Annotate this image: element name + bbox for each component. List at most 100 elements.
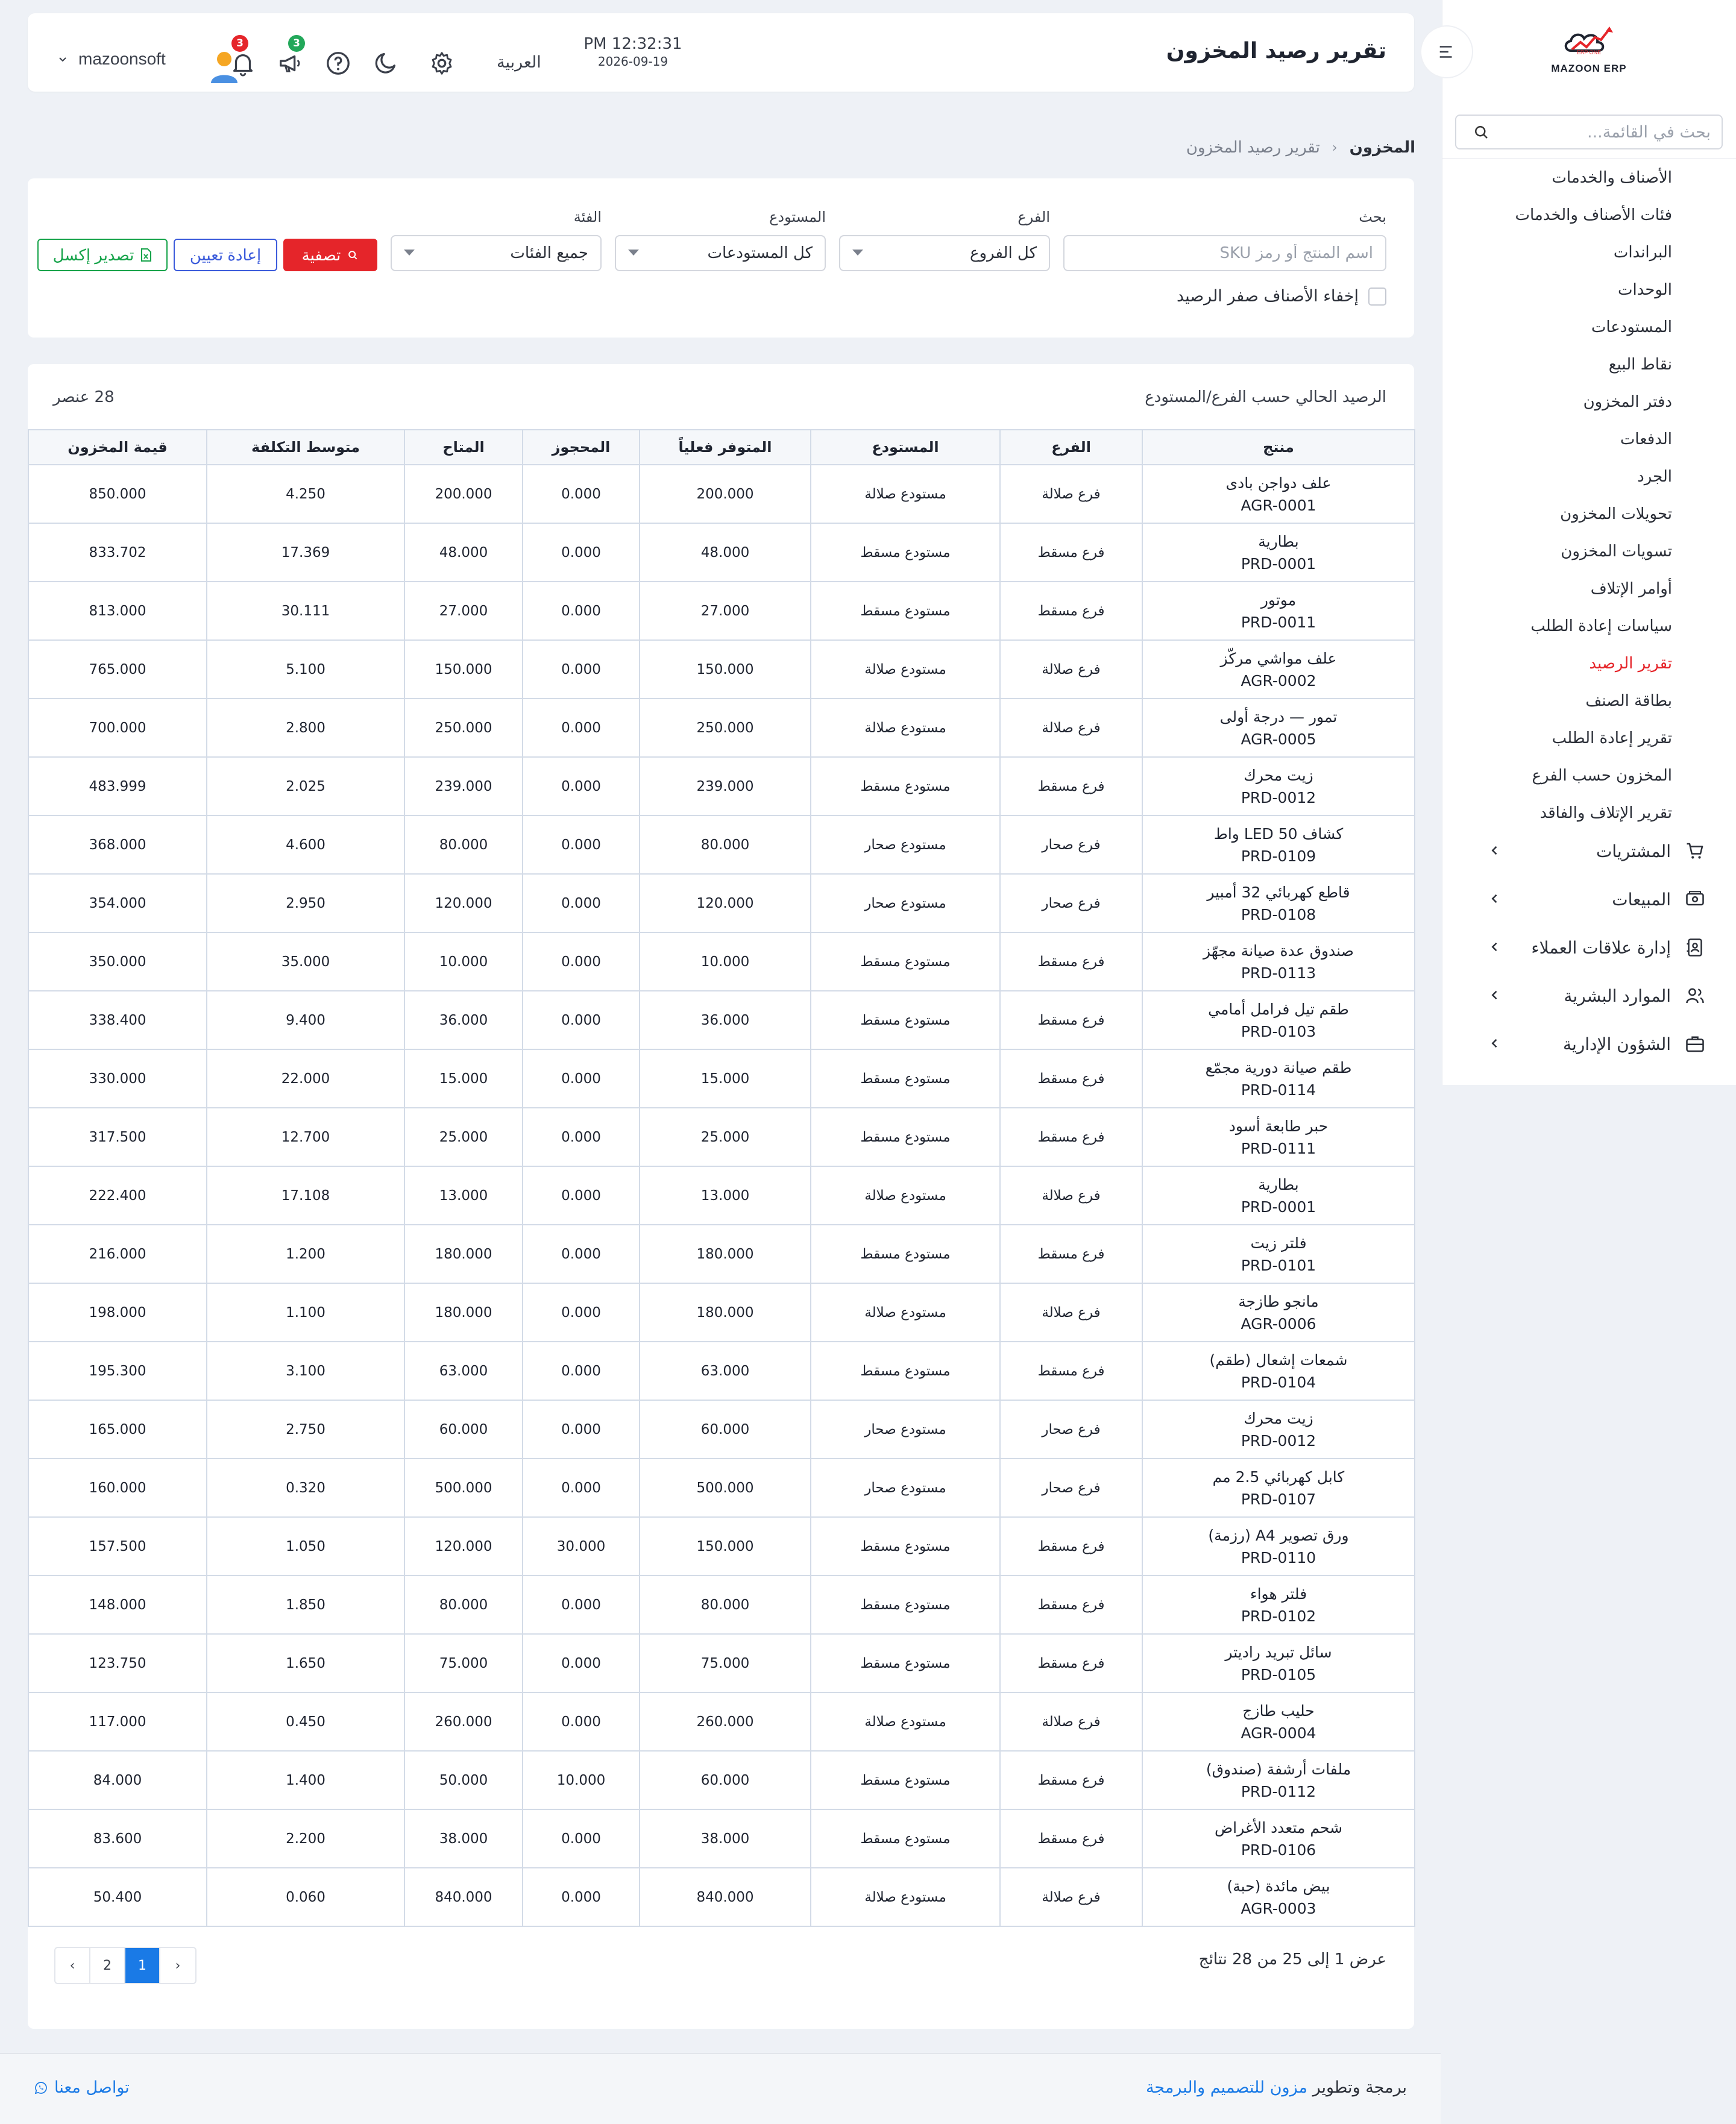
table-row[interactable]: فلتر زيت PRD-0101 فرع مسقط مستودع مسقط 180.0… xyxy=(28,1224,1415,1284)
table-row[interactable]: علف دواجن بادى AGR-0001 فرع صلالة مستودع صل… xyxy=(28,464,1415,524)
cell-value: 117.000 xyxy=(28,1692,207,1752)
table-row[interactable]: كابل كهربائي 2.5 مم PRD-0107 فرع صحار مستود… xyxy=(28,1458,1415,1518)
product-name: زيت محرك xyxy=(1244,1409,1313,1427)
category-select[interactable]: جميع الفئات xyxy=(391,235,602,271)
filter-button[interactable]: تصفية xyxy=(283,239,377,271)
column-header[interactable]: منتج xyxy=(1142,429,1415,465)
table-row[interactable]: بيض مائدة (حبة) AGR-0003 فرع صلالة مستودع ص… xyxy=(28,1867,1415,1927)
sidebar-subitem[interactable]: الجرد xyxy=(1442,458,1736,495)
column-header[interactable]: المتاح xyxy=(404,429,523,465)
sidebar-subitem[interactable]: المخزون حسب الفرع xyxy=(1442,757,1736,794)
warehouse-select[interactable]: كل المستودعات xyxy=(615,235,826,271)
sidebar-item[interactable]: الشؤون الإدارية xyxy=(1442,1020,1736,1068)
table-row[interactable]: مانجو طازجة AGR-0006 فرع صلالة مستودع صلالة… xyxy=(28,1283,1415,1342)
product-sku: PRD-0108 xyxy=(1241,905,1316,923)
table-row[interactable]: ورق تصوير A4 (رزمة) PRD-0110 فرع مسقط مستود… xyxy=(28,1516,1415,1576)
search-input[interactable] xyxy=(1077,244,1373,262)
sidebar-subitem[interactable]: دفتر المخزون xyxy=(1442,383,1736,421)
column-header[interactable]: الفرع xyxy=(999,429,1143,465)
footer-company-link[interactable]: مزون للتصميم والبرمجة xyxy=(1146,2078,1307,2097)
contact-us-link[interactable]: تواصل معنا xyxy=(34,2078,130,2097)
sidebar-subitem[interactable]: الأصناف والخدمات xyxy=(1442,159,1736,196)
sidebar-subitem[interactable]: تقرير الإتلاف والفاقد xyxy=(1442,794,1736,832)
sidebar-subitem[interactable]: الدفعات xyxy=(1442,421,1736,458)
table-row[interactable]: قاطع كهربائي 32 أمبير PRD-0108 فرع صحار مست… xyxy=(28,873,1415,933)
dark-mode-moon-icon[interactable] xyxy=(373,49,400,77)
help-icon[interactable] xyxy=(324,49,352,77)
product-sku: PRD-0011 xyxy=(1241,613,1316,631)
sidebar-subitem[interactable]: فئات الأصناف والخدمات xyxy=(1442,196,1736,234)
user-menu[interactable]: mazoonsoft xyxy=(55,49,166,69)
sidebar-subitem[interactable]: سياسات إعادة الطلب xyxy=(1442,608,1736,645)
search-icon[interactable] xyxy=(1472,123,1490,141)
sidebar-subitem[interactable]: تقرير إعادة الطلب xyxy=(1442,720,1736,757)
cell-available: 180.000 xyxy=(404,1224,523,1284)
table-row[interactable]: زيت محرك PRD-0012 فرع مسقط مستودع مسقط 239.0… xyxy=(28,756,1415,816)
sidebar-subitem[interactable]: البراندات xyxy=(1442,234,1736,271)
table-row[interactable]: زيت محرك PRD-0012 فرع صحار مستودع صحار 60.00… xyxy=(28,1400,1415,1459)
sidebar-subitem[interactable]: أوامر الإتلاف xyxy=(1442,570,1736,608)
table-row[interactable]: موتور PRD-0011 فرع مسقط مستودع مسقط 27.000 0.… xyxy=(28,581,1415,641)
sidebar-subitem[interactable]: تقرير الرصيد xyxy=(1442,645,1736,682)
reset-button[interactable]: إعادة تعيين xyxy=(174,239,277,271)
table-row[interactable]: فلتر هواء PRD-0102 فرع مسقط مستودع مسقط 80.0… xyxy=(28,1575,1415,1635)
announcements-megaphone-icon[interactable] xyxy=(276,49,304,77)
sidebar-subitem[interactable]: المستودعات xyxy=(1442,309,1736,346)
pagination-prev-button[interactable]: ‹ xyxy=(55,1948,90,1983)
briefcase-icon xyxy=(1686,1036,1704,1052)
checkbox-box[interactable] xyxy=(1368,287,1386,306)
table-row[interactable]: شمعات إشعال (طقم) PRD-0104 فرع مسقط مستودع … xyxy=(28,1341,1415,1401)
menu-toggle-button[interactable] xyxy=(1420,25,1473,78)
pagination-page-2[interactable]: 2 xyxy=(90,1948,125,1983)
sidebar-subitem[interactable]: تحويلات المخزون xyxy=(1442,495,1736,533)
sidebar-item[interactable]: إدارة علاقات العملاء xyxy=(1442,923,1736,972)
table-row[interactable]: تمور — درجة أولى AGR-0005 فرع صلالة مستودع … xyxy=(28,698,1415,758)
pagination-next-button[interactable]: › xyxy=(160,1948,195,1983)
table-row[interactable]: سائل تبريد راديتر PRD-0105 فرع مسقط مستودع … xyxy=(28,1633,1415,1693)
breadcrumb-parent[interactable]: المخزون xyxy=(1350,139,1415,157)
product-cell: علف مواشي مركّز AGR-0002 xyxy=(1142,639,1415,699)
sidebar-subitem[interactable]: نقاط البيع xyxy=(1442,346,1736,383)
cell-reserved: 0.000 xyxy=(522,1049,640,1108)
table-row[interactable]: حليب طازج AGR-0004 فرع صلالة مستودع صلالة 26… xyxy=(28,1692,1415,1752)
export-excel-button[interactable]: تصدير إكسل xyxy=(37,239,168,271)
cell-warehouse: مستودع صحار xyxy=(810,1458,1001,1518)
product-sku: AGR-0006 xyxy=(1241,1315,1316,1333)
sidebar-item[interactable]: الموارد البشرية xyxy=(1442,972,1736,1020)
table-row[interactable]: صندوق عدة صيانة مجهّز PRD-0113 فرع مسقط مست… xyxy=(28,932,1415,991)
avatar[interactable] xyxy=(207,48,241,84)
cell-value: 50.400 xyxy=(28,1867,207,1927)
sidebar-subitem[interactable]: الوحدات xyxy=(1442,271,1736,309)
table-row[interactable]: حبر طابعة أسود PRD-0111 فرع مسقط مستودع مسق… xyxy=(28,1107,1415,1167)
brand-logo[interactable]: ERP ONE MAZOON ERP xyxy=(1547,24,1631,84)
sidebar-subitem[interactable]: بطاقة الصنف xyxy=(1442,682,1736,720)
product-sku: PRD-0001 xyxy=(1241,555,1316,573)
language-switch[interactable]: العربية xyxy=(497,53,541,72)
table-row[interactable]: بطارية PRD-0001 فرع صلالة مستودع صلالة 13.00… xyxy=(28,1166,1415,1225)
column-header[interactable]: قيمة المخزون xyxy=(28,429,207,465)
cell-value: 165.000 xyxy=(28,1400,207,1459)
table-row[interactable]: كشاف LED 50 واط PRD-0109 فرع صحار مستودع صح… xyxy=(28,815,1415,875)
table-row[interactable]: بطارية PRD-0001 فرع مسقط مستودع مسقط 48.000 0… xyxy=(28,523,1415,582)
pagination-page-1[interactable]: 1 xyxy=(125,1948,160,1983)
sidebar-subitem[interactable]: تسويات المخزون xyxy=(1442,533,1736,570)
table-row[interactable]: شحم متعدد الأغراض PRD-0106 فرع مسقط مستودع … xyxy=(28,1809,1415,1868)
settings-gear-icon[interactable] xyxy=(428,49,456,77)
sidebar-search-input[interactable] xyxy=(1490,122,1711,142)
sidebar-item[interactable]: المشتريات xyxy=(1442,827,1736,875)
branch-select[interactable]: كل الفروع xyxy=(839,235,1050,271)
column-header[interactable]: المحجوز xyxy=(522,429,640,465)
breadcrumb: المخزون ‹ تقرير رصيد المخزون xyxy=(1186,139,1415,157)
cell-on-hand: 250.000 xyxy=(639,698,811,758)
clock-date: 2026-09-19 xyxy=(597,54,668,69)
table-row[interactable]: طقم صيانة دورية مجمّع PRD-0114 فرع مسقط مست… xyxy=(28,1049,1415,1108)
column-header[interactable]: متوسط التكلفة xyxy=(206,429,405,465)
cell-warehouse: مستودع صلالة xyxy=(810,698,1001,758)
table-row[interactable]: علف مواشي مركّز AGR-0002 فرع صلالة مستودع ص… xyxy=(28,639,1415,699)
hide-zero-checkbox[interactable]: إخفاء الأصناف صفر الرصيد xyxy=(1177,287,1386,306)
column-header[interactable]: المستودع xyxy=(810,429,1001,465)
table-row[interactable]: طقم تيل فرامل أمامي PRD-0103 فرع مسقط مستود… xyxy=(28,990,1415,1050)
table-row[interactable]: ملفات أرشفة (صندوق) PRD-0112 فرع مسقط مستود… xyxy=(28,1750,1415,1810)
sidebar-item[interactable]: المبيعات xyxy=(1442,875,1736,923)
column-header[interactable]: المتوفر فعلياً xyxy=(639,429,811,465)
